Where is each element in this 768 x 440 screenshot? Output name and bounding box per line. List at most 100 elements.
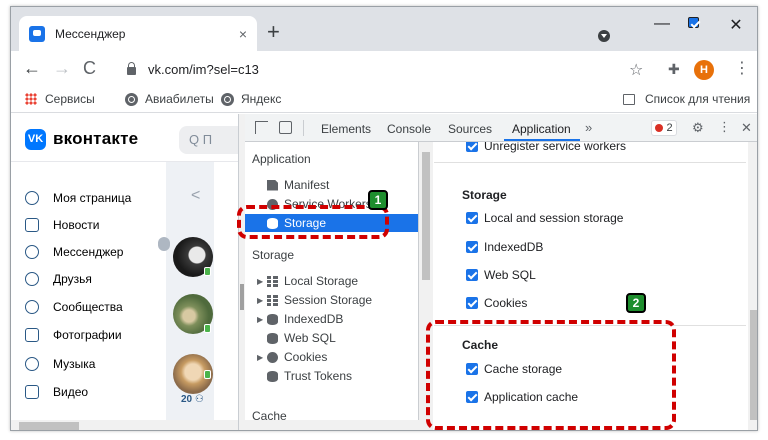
tab-strip: Мессенджер × + — ✕ [11,7,757,51]
scrollbar-thumb[interactable] [19,422,79,430]
vk-brand[interactable]: вконтакте [53,129,138,149]
sidebar-item-local-storage[interactable]: ▶ Local Storage [257,272,358,290]
step-badge-1: 1 [368,190,388,210]
more-tabs-icon[interactable]: » [585,120,592,135]
main-vertical-scrollbar[interactable] [748,142,757,430]
address-bar[interactable]: vk.com/im?sel=c13 [115,55,647,83]
checkbox-checked-icon[interactable] [466,241,478,253]
storage-section-title: Storage [462,188,507,202]
expand-arrow-icon[interactable]: ▶ [257,277,267,286]
checkbox-cookies[interactable]: Cookies [466,296,527,310]
lock-icon[interactable] [127,62,136,75]
checkbox-web-sql[interactable]: Web SQL [466,268,536,282]
sidebar-item-web-sql[interactable]: Web SQL [267,329,336,347]
device-toolbar-icon[interactable] [279,121,292,134]
checkbox-checked-icon[interactable] [466,212,478,224]
vk-menu-label: Моя страница [53,191,132,205]
vk-menu-friends[interactable]: Друзья [25,269,165,289]
tab-title: Мессенджер [55,26,126,41]
sidebar-item-indexeddb[interactable]: ▶ IndexedDB [257,310,343,328]
vk-menu-label: Фотографии [53,328,122,342]
vk-menu-messenger[interactable]: Мессенджер [25,242,165,262]
table-grid-icon [267,275,278,287]
vk-menu-label: Друзья [53,272,92,286]
browser-tab[interactable]: Мессенджер × [19,16,257,51]
sidebar-item-session-storage[interactable]: ▶ Session Storage [257,291,372,309]
close-window-button[interactable]: ✕ [726,15,746,35]
reload-button[interactable]: C [83,59,96,77]
sidebar-horizontal-scrollbar[interactable] [245,420,433,430]
expand-arrow-icon[interactable]: ▶ [257,353,267,362]
scrollbar-thumb[interactable] [422,152,430,280]
tab-close-icon[interactable]: × [239,26,247,42]
sidebar-item-manifest[interactable]: Manifest [267,176,417,194]
checkbox-unregister-sw[interactable]: Unregister service workers [466,142,626,153]
divider [434,162,746,163]
scrollbar-thumb[interactable] [240,284,244,310]
application-sidebar: Application Manifest Service Workers Sto… [245,142,419,430]
sidebar-item-label: Local Storage [284,274,359,288]
tab-search-icon[interactable] [598,30,610,42]
scrollbar-thumb[interactable] [750,310,757,420]
checkbox-checked-icon[interactable] [466,142,478,152]
bookmark-label: Сервисы [45,92,95,106]
friends-icon [25,272,39,286]
vk-menu-news[interactable]: Новости [25,215,165,235]
vk-header: VK вконтакте Q П [11,114,238,162]
tab-application[interactable]: Application [512,122,571,136]
bookmark-yandex[interactable]: Яндекс [221,92,281,106]
browser-menu-icon[interactable]: ⋮ [734,58,750,78]
vk-menu-my-page[interactable]: Моя страница [25,188,165,208]
bookmark-avia[interactable]: Авиабилеты [125,92,214,106]
bookmark-star-icon[interactable]: ☆ [629,60,643,80]
checkbox-checked-icon[interactable] [466,269,478,281]
vk-menu-label: Мессенджер [53,245,124,259]
sidebar-item-trust-tokens[interactable]: Trust Tokens [267,367,352,385]
tab-sources[interactable]: Sources [448,122,492,136]
member-count[interactable]: 20 ⚇ [181,394,204,405]
vk-logo-icon[interactable]: VK [25,129,46,150]
browser-toolbar: ← → C vk.com/im?sel=c13 ☆ ✚ H ⋮ [11,51,757,87]
forward-button[interactable]: → [53,59,71,77]
inspect-element-icon[interactable] [255,121,268,134]
expand-arrow-icon[interactable]: ▶ [257,296,267,305]
vk-menu-photos[interactable]: Фотографии [25,325,165,345]
vk-menu-music[interactable]: Музыка [25,354,165,374]
checkbox-indexeddb[interactable]: IndexedDB [466,240,543,254]
profile-avatar[interactable]: H [694,60,714,80]
tab-console[interactable]: Console [387,122,431,136]
reading-list-button[interactable]: Список для чтения [623,92,750,106]
database-icon [267,370,278,382]
vk-menu-communities[interactable]: Сообщества [25,297,165,317]
sidebar-item-cookies[interactable]: ▶ Cookies [257,348,327,366]
back-arrow-icon[interactable]: < [191,187,200,205]
checkbox-checked-icon[interactable] [466,297,478,309]
vk-horizontal-scrollbar[interactable] [11,420,238,430]
error-count-badge[interactable]: 2 [651,120,677,136]
online-indicator-icon [204,267,211,276]
online-indicator-icon [204,370,211,379]
error-icon [655,124,664,132]
bookmark-services[interactable]: Сервисы [25,92,95,106]
sidebar-item-label: Manifest [284,178,330,192]
expand-arrow-icon[interactable]: ▶ [257,315,267,324]
devtools-close-icon[interactable]: ✕ [741,120,752,136]
checkbox-local-session-storage[interactable]: Local and session storage [466,211,623,225]
user-icon [25,191,39,205]
communities-icon [25,300,39,314]
new-tab-button[interactable]: + [267,21,280,43]
settings-gear-icon[interactable]: ⚙ [692,120,704,136]
back-button[interactable]: ← [23,59,41,77]
maximize-button[interactable] [686,15,706,33]
minimize-button[interactable]: — [652,15,672,33]
step-badge-2: 2 [626,293,646,313]
error-count: 2 [666,122,673,134]
devtools-menu-icon[interactable]: ⋮ [718,119,731,135]
chat-bubble-icon [25,245,39,259]
vk-search-input[interactable]: Q П [179,126,238,154]
devtools-tabbar: Elements Console Sources Application » 2… [245,114,757,142]
vk-menu-video[interactable]: Видео [25,382,165,402]
extensions-icon[interactable]: ✚ [668,61,680,78]
bookmarks-bar: Сервисы Авиабилеты Яндекс Список для чте… [11,87,757,113]
tab-elements[interactable]: Elements [321,122,371,136]
